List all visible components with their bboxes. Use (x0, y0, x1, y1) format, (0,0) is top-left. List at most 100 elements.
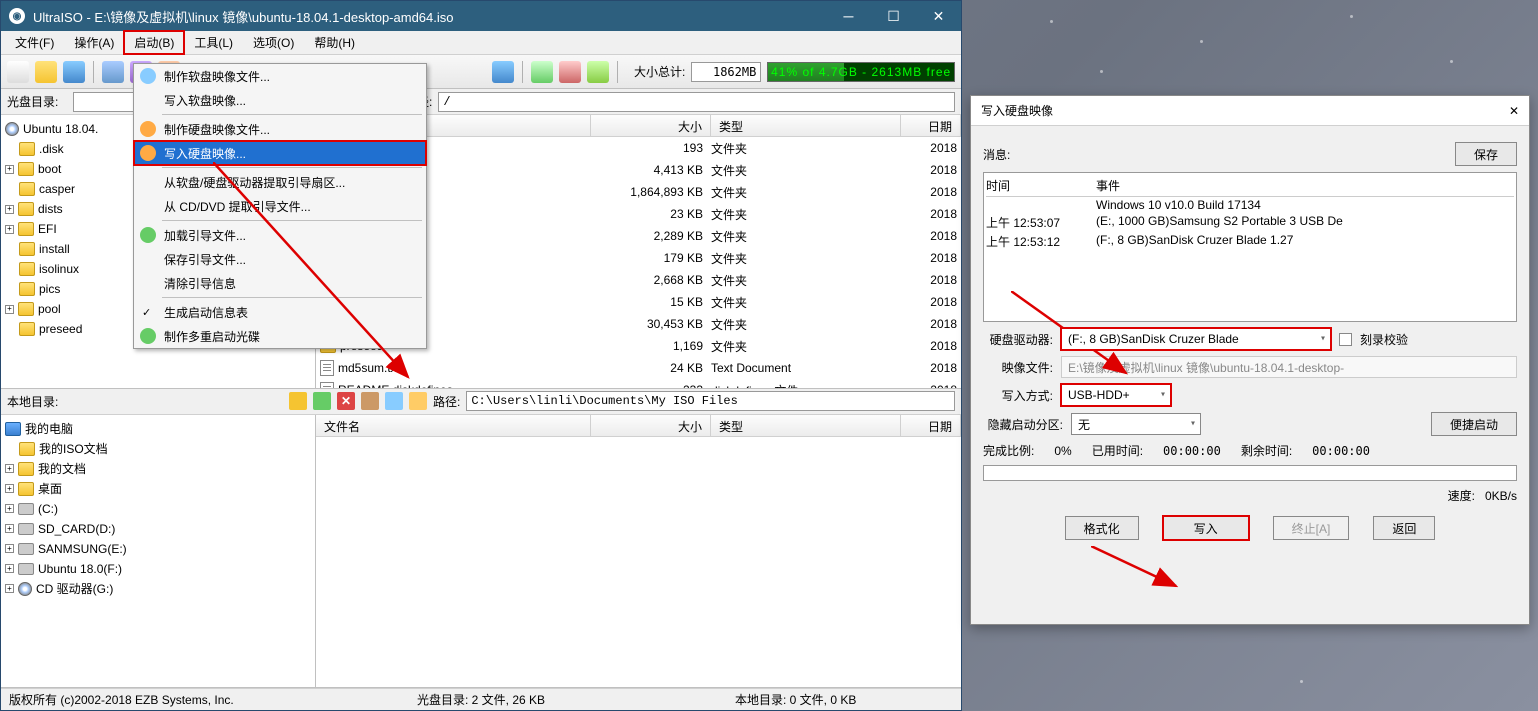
col-date[interactable]: 日期 (901, 415, 961, 436)
expander-icon[interactable]: + (5, 584, 14, 593)
message-log[interactable]: 时间 事件 Windows 10 v10.0 Build 17134上午 12:… (983, 172, 1517, 322)
col-size[interactable]: 大小 (591, 415, 711, 436)
format-button[interactable]: 格式化 (1065, 516, 1139, 540)
expander-icon[interactable]: + (5, 305, 14, 314)
save-icon[interactable] (63, 61, 85, 83)
icon-b[interactable] (409, 392, 427, 410)
tree-item[interactable]: +SANMSUNG(E:) (5, 539, 311, 559)
col-size[interactable]: 大小 (591, 115, 711, 136)
annotation-arrow (1091, 546, 1181, 591)
menu-boot[interactable]: 启动(B) (124, 31, 184, 54)
menu-gen-boot-table[interactable]: ✓生成启动信息表 (134, 300, 426, 324)
menu-operate[interactable]: 操作(A) (64, 31, 124, 54)
hide-label: 隐藏启动分区: (983, 416, 1063, 433)
tree-item[interactable]: +Ubuntu 18.0(F:) (5, 559, 311, 579)
col-date[interactable]: 日期 (901, 115, 961, 136)
size-total-value[interactable] (691, 62, 761, 82)
drive-label: 硬盘驱动器: (983, 331, 1053, 348)
verify-checkbox[interactable] (1339, 333, 1352, 346)
expander-icon[interactable]: + (5, 225, 14, 234)
menu-help[interactable]: 帮助(H) (304, 31, 365, 54)
disc-dir-label: 光盘目录: (7, 93, 67, 110)
statusbar: 版权所有 (c)2002-2018 EZB Systems, Inc. 光盘目录… (1, 688, 961, 710)
expander-icon[interactable]: + (5, 524, 14, 533)
abort-button[interactable]: 终止[A] (1273, 516, 1350, 540)
col-type[interactable]: 类型 (711, 115, 901, 136)
folder-icon (19, 242, 35, 256)
folder-icon (19, 282, 35, 296)
size-total-label: 大小总计: (634, 63, 685, 80)
delete-icon[interactable]: ✕ (337, 392, 355, 410)
expander-icon[interactable]: + (5, 544, 14, 553)
up-icon[interactable] (289, 392, 307, 410)
expander-icon[interactable]: + (5, 165, 14, 174)
menu-clear-boot[interactable]: 清除引导信息 (134, 271, 426, 295)
local-dir-label: 本地目录: (7, 393, 67, 410)
tree-item[interactable]: +我的文档 (5, 459, 311, 479)
menu-tools[interactable]: 工具(L) (184, 31, 243, 54)
method-label: 写入方式: (983, 387, 1053, 404)
compress-icon[interactable] (559, 61, 581, 83)
dialog-title: 写入硬盘映像 (981, 102, 1509, 119)
menu-load-boot[interactable]: 加载引导文件... (134, 223, 426, 247)
local-path-input[interactable] (466, 391, 955, 411)
log-row: 上午 12:53:12(F:, 8 GB)SanDisk Cruzer Blad… (986, 232, 1514, 251)
info-icon[interactable] (492, 61, 514, 83)
burn-icon[interactable] (587, 61, 609, 83)
tree-mycomputer[interactable]: 我的电脑 (5, 419, 311, 439)
new-icon[interactable] (7, 61, 29, 83)
tool-icon-1[interactable] (102, 61, 124, 83)
save-log-button[interactable]: 保存 (1455, 142, 1517, 166)
dialog-close-button[interactable]: ✕ (1509, 104, 1519, 118)
drive-select[interactable]: (F:, 8 GB)SanDisk Cruzer Blade (1061, 328, 1331, 350)
dialog-titlebar: 写入硬盘映像 ✕ (971, 96, 1529, 126)
log-col-event: 事件 (1096, 177, 1120, 194)
menu-file[interactable]: 文件(F) (5, 31, 64, 54)
tree-item[interactable]: 我的ISO文档 (5, 439, 311, 459)
mount-icon[interactable] (531, 61, 553, 83)
usage-bar: 41% of 4.7GB - 2613MB free (767, 62, 955, 82)
menu-from-cddvd[interactable]: 从 CD/DVD 提取引导文件... (134, 194, 426, 218)
menu-save-boot[interactable]: 保存引导文件... (134, 247, 426, 271)
add-icon[interactable] (313, 392, 331, 410)
table-row[interactable]: README.diskdefines233diskdefines 文件2018 (316, 379, 961, 388)
tree-item[interactable]: +CD 驱动器(G:) (5, 579, 311, 599)
tree-item[interactable]: +桌面 (5, 479, 311, 499)
extract-icon[interactable] (361, 392, 379, 410)
col-name[interactable]: 文件名 (316, 415, 591, 436)
hide-boot-select[interactable]: 无 (1071, 413, 1201, 435)
write-button[interactable]: 写入 (1163, 516, 1249, 540)
back-button[interactable]: 返回 (1373, 516, 1435, 540)
local-tree-pane[interactable]: 我的电脑 我的ISO文档 +我的文档 +桌面 +(C:) +SD_CARD(D:… (1, 415, 316, 688)
menu-make-floppy[interactable]: 制作软盘映像文件... (134, 64, 426, 88)
col-type[interactable]: 类型 (711, 415, 901, 436)
app-icon: ◉ (9, 8, 25, 24)
drive-icon (18, 543, 34, 555)
local-file-list: 文件名 大小 类型 日期 (316, 415, 961, 688)
menu-write-floppy[interactable]: 写入软盘映像... (134, 88, 426, 112)
close-button[interactable]: ✕ (916, 1, 961, 31)
menu-from-floppy-hdd[interactable]: 从软盘/硬盘驱动器提取引导扇区... (134, 170, 426, 194)
menu-make-multi[interactable]: 制作多重启动光碟 (134, 324, 426, 348)
expander-icon[interactable]: + (5, 484, 14, 493)
verify-label: 刻录校验 (1360, 331, 1408, 348)
tree-item[interactable]: +SD_CARD(D:) (5, 519, 311, 539)
minimize-button[interactable]: ─ (826, 1, 871, 31)
disc-path-input[interactable] (438, 92, 955, 112)
expander-icon[interactable]: + (5, 205, 14, 214)
menu-options[interactable]: 选项(O) (243, 31, 304, 54)
expander-icon[interactable]: + (5, 504, 14, 513)
maximize-button[interactable]: ☐ (871, 1, 916, 31)
expander-icon[interactable]: + (5, 564, 14, 573)
quick-boot-button[interactable]: 便捷启动 (1431, 412, 1517, 436)
expander-icon[interactable]: + (5, 464, 14, 473)
write-method-select[interactable]: USB-HDD+ (1061, 384, 1171, 406)
log-row: Windows 10 v10.0 Build 17134 (986, 197, 1514, 213)
menu-write-hdd[interactable]: 写入硬盘映像... (134, 141, 426, 165)
icon-a[interactable] (385, 392, 403, 410)
tree-item[interactable]: +(C:) (5, 499, 311, 519)
open-icon[interactable] (35, 61, 57, 83)
folder-icon (19, 142, 35, 156)
table-row[interactable]: md5sum.txt24 KBText Document2018 (316, 357, 961, 379)
menu-make-hdd[interactable]: 制作硬盘映像文件... (134, 117, 426, 141)
